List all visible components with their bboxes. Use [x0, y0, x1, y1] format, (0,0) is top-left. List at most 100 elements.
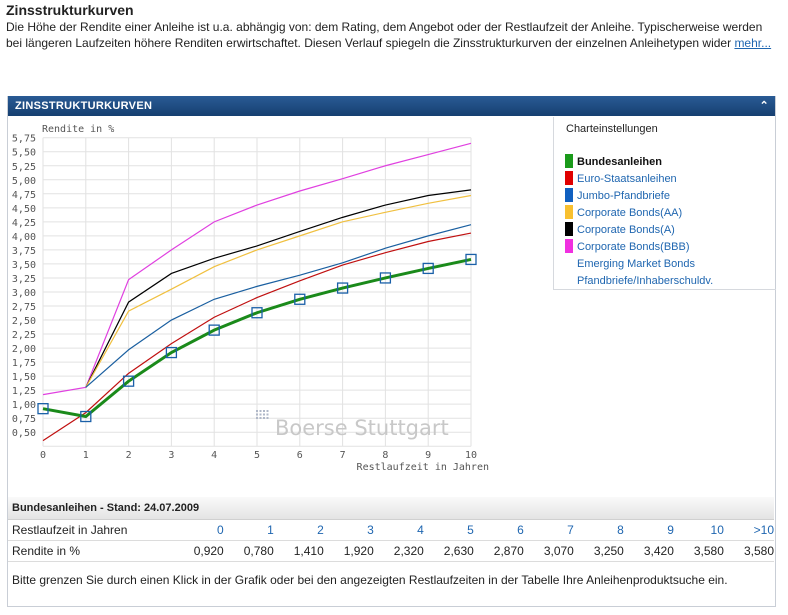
y-tick-label: 2,25: [12, 330, 36, 341]
yield-value: 3,580: [673, 540, 724, 562]
y-tick-label: 1,50: [12, 372, 36, 383]
x-tick-label: 2: [126, 450, 132, 461]
maturity-link[interactable]: 4: [373, 520, 424, 541]
color-swatch: [565, 273, 573, 287]
y-tick-label: 0,75: [12, 414, 36, 425]
maturity-link[interactable]: 5: [423, 520, 474, 541]
logo-dot: [256, 413, 258, 416]
yield-value: 2,320: [373, 540, 424, 562]
color-swatch: [565, 222, 573, 236]
y-tick-label: 5,75: [12, 134, 36, 145]
y-tick-label: 3,25: [12, 274, 36, 285]
legend-label: Jumbo-Pfandbriefe: [577, 190, 670, 202]
x-tick-label: 0: [40, 450, 46, 461]
yield-curve-chart[interactable]: 0,50 0,75 1,00 1,25 1,50 1,75 2,00 2,25 2,50 2,75…: [0, 0, 552, 495]
legend-item[interactable]: Corporate Bonds(BBB): [565, 239, 690, 255]
y-tick-label: 2,75: [12, 302, 36, 313]
table-row-maturity: Restlaufzeit in Jahren 0 1 2 3 4 5 6 7 8 9 10 >10: [8, 520, 774, 541]
legend-item[interactable]: Pfandbriefe/Inhaberschuldv.: [565, 273, 713, 289]
y-tick-label: 5,25: [12, 162, 36, 173]
row-label: Restlaufzeit in Jahren: [8, 520, 174, 541]
logo-dot: [256, 417, 258, 419]
legend-item[interactable]: Bundesanleihen: [565, 154, 662, 170]
y-tick-label: 5,00: [12, 176, 36, 187]
x-tick-label: 9: [425, 450, 431, 461]
page: Zinsstrukturkurven Die Höhe der Rendite …: [0, 0, 788, 615]
yield-value: 1,920: [323, 540, 374, 562]
color-swatch: [565, 154, 573, 168]
table-title: Bundesanleihen - Stand: 24.07.2009: [8, 497, 774, 520]
y-tick-label: 4,25: [12, 218, 36, 229]
row-label: Rendite in %: [8, 540, 174, 562]
logo-dot: [256, 410, 258, 412]
y-tick-label: 1,25: [12, 386, 36, 397]
y-tick-label: 3,75: [12, 246, 36, 257]
maturity-link[interactable]: 6: [473, 520, 524, 541]
color-swatch: [565, 188, 573, 202]
table-row-yield: Rendite in % 0,920 0,780 1,410 1,920 2,320 2,6…: [8, 540, 774, 562]
legend-label: Corporate Bonds(BBB): [577, 241, 690, 253]
maturity-link[interactable]: >10: [723, 520, 774, 541]
y-tick-label: 4,75: [12, 190, 36, 201]
maturity-link[interactable]: 0: [173, 520, 224, 541]
x-tick-label: 1: [83, 450, 89, 461]
y-tick-label: 0,50: [12, 428, 36, 439]
x-tick-label: 3: [168, 450, 174, 461]
legend-label: Bundesanleihen: [577, 156, 662, 168]
x-tick-label: 10: [465, 450, 477, 461]
color-swatch: [565, 171, 573, 185]
x-tick-label: 7: [340, 450, 346, 461]
yield-value: 1,410: [273, 540, 324, 562]
logo-dot: [259, 413, 262, 416]
legend-item[interactable]: Emerging Market Bonds: [565, 256, 695, 272]
y-tick-label: 3,50: [12, 260, 36, 271]
yield-value: 3,250: [573, 540, 624, 562]
maturity-link[interactable]: 1: [223, 520, 274, 541]
legend-label: Pfandbriefe/Inhaberschuldv.: [577, 275, 714, 287]
y-tick-label: 3,00: [12, 288, 36, 299]
legend-item[interactable]: Euro-Staatsanleihen: [565, 171, 677, 187]
legend-label: Corporate Bonds(AA): [577, 207, 683, 219]
legend-label: Corporate Bonds(A): [577, 224, 675, 236]
y-tick-label: 5,50: [12, 148, 36, 159]
y-tick-label: 2,50: [12, 316, 36, 327]
legend-item[interactable]: Corporate Bonds(A): [565, 222, 675, 238]
y-tick-label: 2,00: [12, 344, 36, 355]
collapse-icon[interactable]: ⌃: [759, 96, 769, 116]
maturity-link[interactable]: 8: [573, 520, 624, 541]
legend-item[interactable]: Jumbo-Pfandbriefe: [565, 188, 670, 204]
maturity-link[interactable]: 3: [323, 520, 374, 541]
logo-dot: [259, 410, 262, 412]
maturity-link[interactable]: 2: [273, 520, 324, 541]
chart-settings: Charteinstellungen Bundesanleihen Euro-St…: [553, 117, 776, 290]
logo-dot: [263, 417, 265, 419]
logo-dot: [263, 410, 265, 412]
y-tick-label: 1,75: [12, 358, 36, 369]
logo-dot: [259, 417, 262, 419]
maturity-link[interactable]: 10: [673, 520, 724, 541]
chart-settings-title: Charteinstellungen: [566, 123, 658, 135]
logo-dot: [266, 410, 269, 412]
x-tick-label: 8: [382, 450, 388, 461]
logo-dot: [266, 417, 269, 419]
yield-value: 3,580: [723, 540, 774, 562]
color-swatch: [565, 239, 573, 253]
color-swatch: [565, 205, 573, 219]
yield-value: 2,630: [423, 540, 474, 562]
color-swatch: [565, 256, 573, 270]
logo-dot: [266, 413, 269, 416]
more-link[interactable]: mehr...: [734, 36, 771, 50]
yield-value: 2,870: [473, 540, 524, 562]
maturity-link[interactable]: 9: [623, 520, 674, 541]
yield-value: 0,780: [223, 540, 274, 562]
y-tick-label: 4,50: [12, 204, 36, 215]
maturity-link[interactable]: 7: [523, 520, 574, 541]
watermark-logo: Boerse Stuttgart: [275, 416, 449, 440]
hint-text: Bitte grenzen Sie durch einen Klick in d…: [12, 573, 728, 587]
yield-value: 3,070: [523, 540, 574, 562]
y-tick-label: 1,00: [12, 400, 36, 411]
legend-item[interactable]: Corporate Bonds(AA): [565, 205, 682, 221]
x-tick-label: 6: [297, 450, 303, 461]
yield-value: 3,420: [623, 540, 674, 562]
yield-table: Bundesanleihen - Stand: 24.07.2009 Restl…: [8, 497, 774, 562]
